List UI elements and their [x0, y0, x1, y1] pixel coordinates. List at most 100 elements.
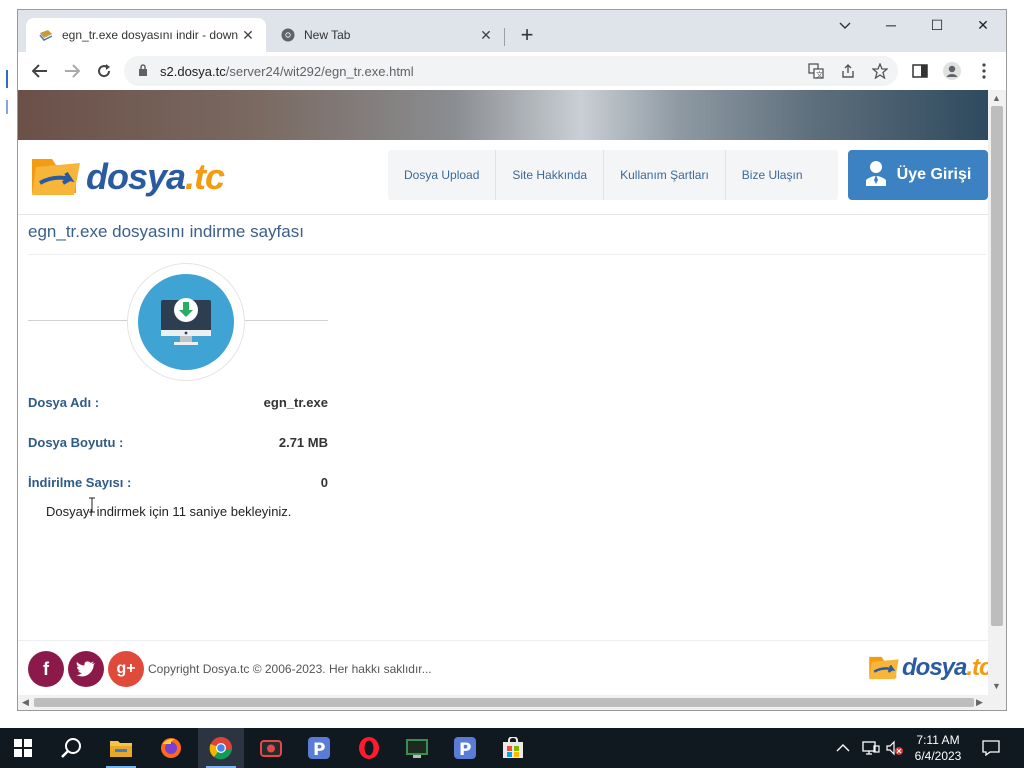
- site-header: dosya.tc Dosya Upload Site Hakkında Kull…: [18, 140, 988, 215]
- start-button[interactable]: [0, 728, 46, 768]
- download-count-value: 0: [320, 475, 328, 490]
- system-clock[interactable]: 7:11 AM 6/4/2023: [908, 732, 968, 764]
- store-icon[interactable]: [490, 728, 536, 768]
- file-size-label: Dosya Boyutu :: [28, 435, 124, 450]
- text-cursor-icon: [88, 497, 96, 516]
- horizontal-scrollbar[interactable]: ◀ ▶: [18, 695, 988, 710]
- chrome-icon: [280, 27, 296, 43]
- windows-taskbar: P P 7:11 AM 6/4/2023: [0, 728, 1024, 768]
- file-name-value: egn_tr.exe: [263, 395, 328, 410]
- site-logo[interactable]: dosya.tc: [30, 152, 225, 202]
- chrome-taskbar-icon[interactable]: [198, 728, 244, 768]
- address-bar[interactable]: s2.dosya.tc/server24/wit292/egn_tr.exe.h…: [124, 56, 898, 86]
- maximize-button[interactable]: ☐: [914, 10, 960, 40]
- google-plus-icon[interactable]: g+: [108, 651, 144, 687]
- tab-search-icon[interactable]: [822, 10, 868, 40]
- download-illustration: [28, 264, 328, 380]
- file-explorer-icon[interactable]: [98, 728, 144, 768]
- login-button[interactable]: Üye Girişi: [848, 150, 988, 200]
- site-footer: f g+ Copyright Dosya.tc © 2006-2023. Her…: [18, 640, 988, 695]
- footer-logo[interactable]: dosya.tc: [868, 653, 988, 683]
- close-tab-icon[interactable]: ✕: [478, 27, 494, 43]
- tab-active[interactable]: egn_tr.exe dosyasını indir - down ✕: [26, 18, 266, 52]
- download-count-row: İndirilme Sayısı : 0: [28, 475, 328, 493]
- clock-time: 7:11 AM: [916, 733, 960, 747]
- opera-icon[interactable]: [346, 728, 392, 768]
- footer-logo-text-main: dosya: [902, 654, 967, 681]
- file-size-row: Dosya Boyutu : 2.71 MB: [28, 435, 328, 453]
- countdown-message: Dosyayı indirmek için 11 saniye bekleyin…: [46, 504, 292, 519]
- header-banner-image: [18, 90, 988, 140]
- close-window-button[interactable]: ✕: [960, 10, 1006, 40]
- translate-icon[interactable]: 文: [802, 58, 830, 84]
- icon-ring: [128, 264, 244, 380]
- svg-text:P: P: [459, 740, 471, 760]
- notifications-icon[interactable]: [982, 728, 1000, 768]
- download-monitor-icon: [138, 274, 234, 370]
- reload-button[interactable]: [90, 58, 118, 84]
- side-panel-icon[interactable]: [906, 58, 934, 84]
- nav-item-upload[interactable]: Dosya Upload: [388, 150, 497, 200]
- nav-item-contact[interactable]: Bize Ulaşın: [726, 150, 819, 200]
- site-favicon-icon: [38, 27, 54, 43]
- page-viewport: dosya.tc Dosya Upload Site Hakkında Kull…: [18, 90, 988, 695]
- tab-separator: [504, 28, 505, 46]
- scrollbar-thumb[interactable]: [34, 698, 974, 707]
- bookmark-star-icon[interactable]: [866, 58, 894, 84]
- facebook-icon[interactable]: f: [28, 651, 64, 687]
- footer-logo-text-suffix: .tc: [966, 654, 988, 681]
- desktop-edge: [0, 0, 18, 728]
- firefox-icon[interactable]: [148, 728, 194, 768]
- share-icon[interactable]: [834, 58, 862, 84]
- scroll-down-arrow-icon[interactable]: ▼: [992, 681, 1001, 691]
- clock-date: 6/4/2023: [914, 749, 962, 763]
- svg-text:P: P: [313, 740, 325, 760]
- p-app-icon[interactable]: P: [442, 728, 488, 768]
- p-app-icon[interactable]: P: [296, 728, 342, 768]
- scrollbar-thumb[interactable]: [991, 106, 1003, 626]
- network-icon[interactable]: [862, 728, 880, 768]
- folder-logo-icon: [869, 656, 899, 680]
- volume-muted-icon[interactable]: [886, 728, 904, 768]
- desktop-marker: [6, 70, 8, 88]
- minimize-button[interactable]: ─: [868, 10, 914, 40]
- nav-item-about[interactable]: Site Hakkında: [496, 150, 605, 200]
- scroll-up-arrow-icon[interactable]: ▲: [992, 93, 1001, 103]
- user-icon: [865, 160, 887, 191]
- tray-chevron-icon[interactable]: [836, 728, 850, 768]
- close-tab-icon[interactable]: ✕: [240, 27, 256, 43]
- tab-title: egn_tr.exe dosyasını indir - down: [62, 28, 239, 42]
- page-title: egn_tr.exe dosyasını indirme sayfası: [28, 222, 304, 241]
- desktop-marker: [6, 100, 8, 114]
- file-name-row: Dosya Adı : egn_tr.exe: [28, 395, 328, 413]
- tab-strip: egn_tr.exe dosyasını indir - down ✕ New …: [18, 10, 1006, 52]
- title-divider: [28, 254, 986, 255]
- camera-app-icon[interactable]: [248, 728, 294, 768]
- url-path: /server24/wit292/egn_tr.exe.html: [225, 63, 414, 79]
- main-nav: Dosya Upload Site Hakkında Kullanım Şart…: [388, 150, 838, 200]
- svg-text:文: 文: [816, 70, 823, 79]
- logo-text-suffix: .tc: [185, 156, 225, 197]
- twitter-icon[interactable]: [68, 651, 104, 687]
- back-button[interactable]: [26, 58, 54, 84]
- profile-avatar-icon[interactable]: [938, 58, 966, 84]
- menu-kebab-icon[interactable]: [970, 58, 998, 84]
- download-count-label: İndirilme Sayısı :: [28, 475, 132, 490]
- new-tab-button[interactable]: +: [516, 24, 538, 46]
- file-name-label: Dosya Adı :: [28, 395, 100, 410]
- lock-icon: [138, 63, 152, 79]
- url-host: s2.dosya.tc: [160, 63, 226, 79]
- terminal-app-icon[interactable]: [394, 728, 440, 768]
- scroll-left-arrow-icon[interactable]: ◀: [22, 697, 29, 708]
- scroll-right-arrow-icon[interactable]: ▶: [976, 697, 983, 708]
- vertical-scrollbar[interactable]: ▲ ▼: [988, 90, 1006, 695]
- browser-window: egn_tr.exe dosyasını indir - down ✕ New …: [18, 10, 1006, 710]
- tab-new-tab[interactable]: New Tab ✕: [268, 18, 504, 52]
- browser-toolbar: s2.dosya.tc/server24/wit292/egn_tr.exe.h…: [18, 52, 1006, 91]
- nav-item-terms[interactable]: Kullanım Şartları: [604, 150, 726, 200]
- scrollbar-corner: [988, 695, 1006, 710]
- search-icon[interactable]: [48, 728, 94, 768]
- forward-button[interactable]: [58, 58, 86, 84]
- login-label: Üye Girişi: [896, 166, 972, 183]
- copyright-text: Copyright Dosya.tc © 2006-2023. Her hakk…: [148, 662, 432, 676]
